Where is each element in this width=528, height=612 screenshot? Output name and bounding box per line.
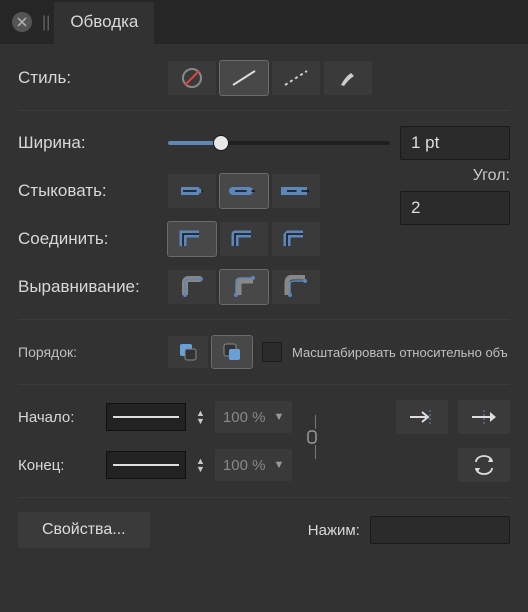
style-label: Стиль:: [18, 68, 158, 88]
start-scale-combo[interactable]: 100 % ▼: [215, 401, 292, 433]
cap-square-button[interactable]: [272, 174, 320, 208]
panel-close-button[interactable]: [12, 12, 32, 32]
miter-value: 2: [411, 198, 420, 218]
order-behind-button[interactable]: [168, 336, 208, 368]
join-miter-button[interactable]: [168, 222, 216, 256]
style-brush-button[interactable]: [324, 61, 372, 95]
end-label: Конец:: [18, 457, 96, 474]
end-scale-combo[interactable]: 100 % ▼: [215, 449, 292, 481]
cap-round-button[interactable]: [220, 174, 268, 208]
pressure-label: Нажим:: [308, 522, 360, 539]
arrow-place-inside-button[interactable]: [396, 400, 448, 434]
scale-label: Масштабировать относительно объ: [292, 345, 508, 360]
width-slider[interactable]: [168, 131, 390, 155]
properties-button[interactable]: Свойства...: [18, 512, 150, 548]
width-value: 1 pt: [411, 133, 439, 153]
join-label: Соединить:: [18, 229, 158, 249]
link-icon[interactable]: [306, 415, 318, 459]
end-stepper[interactable]: ▲▼: [196, 457, 205, 473]
panel-drag-handle[interactable]: ||: [42, 14, 50, 32]
tab-label: Обводка: [70, 12, 138, 32]
align-outside-button[interactable]: [272, 270, 320, 304]
cap-label: Стыковать:: [18, 181, 158, 201]
swap-arrows-button[interactable]: [458, 448, 510, 482]
start-stepper[interactable]: ▲▼: [196, 409, 205, 425]
join-round-button[interactable]: [220, 222, 268, 256]
miter-label: Угол:: [473, 167, 510, 185]
align-center-button[interactable]: [168, 270, 216, 304]
style-none-button[interactable]: [168, 61, 216, 95]
miter-input[interactable]: 2: [400, 191, 510, 225]
order-front-button[interactable]: [212, 336, 252, 368]
style-dashed-button[interactable]: [272, 61, 320, 95]
scale-checkbox[interactable]: [262, 342, 282, 362]
align-inside-button[interactable]: [220, 270, 268, 304]
end-scale-value: 100 %: [223, 457, 266, 474]
tab-stroke[interactable]: Обводка: [54, 2, 154, 44]
width-input[interactable]: 1 pt: [400, 126, 510, 160]
align-label: Выравнивание:: [18, 277, 158, 297]
dropdown-icon: ▼: [273, 411, 284, 423]
tab-bar: || Обводка: [0, 0, 528, 44]
start-style-combo[interactable]: [106, 403, 186, 431]
arrow-place-outside-button[interactable]: [458, 400, 510, 434]
join-bevel-button[interactable]: [272, 222, 320, 256]
width-label: Ширина:: [18, 133, 158, 153]
style-solid-button[interactable]: [220, 61, 268, 95]
end-style-combo[interactable]: [106, 451, 186, 479]
pressure-graph[interactable]: [370, 516, 510, 544]
start-label: Начало:: [18, 409, 96, 426]
order-label: Порядок:: [18, 344, 158, 360]
start-scale-value: 100 %: [223, 409, 266, 426]
properties-button-label: Свойства...: [42, 521, 126, 539]
cap-butt-button[interactable]: [168, 174, 216, 208]
dropdown-icon: ▼: [273, 459, 284, 471]
